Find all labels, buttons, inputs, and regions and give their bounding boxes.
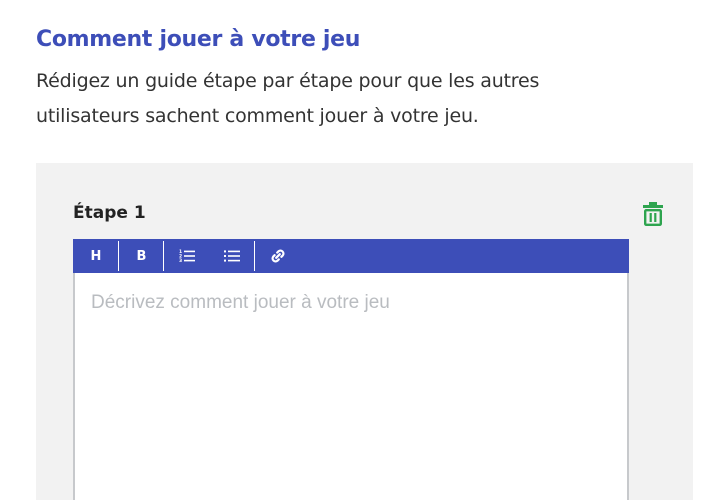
trash-icon <box>643 202 663 227</box>
heading-icon: H <box>90 248 102 264</box>
editor-toolbar: H B 1 2 3 <box>73 239 629 273</box>
link-icon <box>271 249 285 263</box>
page: Comment jouer à votre jeu Rédigez un gui… <box>0 0 720 500</box>
heading-button[interactable]: H <box>73 239 119 273</box>
step-panel: Étape 1 H B 1 2 3 Décrivez comment jouer… <box>36 163 693 500</box>
bullet-list-button[interactable] <box>209 239 255 273</box>
svg-text:3: 3 <box>179 258 182 263</box>
bold-button[interactable]: B <box>119 239 164 273</box>
section-title: Comment jouer à votre jeu <box>36 27 361 52</box>
bullet-list-icon <box>224 250 240 262</box>
ordered-list-icon: 1 2 3 <box>179 249 195 263</box>
bold-icon: B <box>136 248 147 264</box>
rich-text-editor: H B 1 2 3 Décrivez comment jouer à votre… <box>73 239 629 500</box>
delete-step-button[interactable] <box>640 199 666 229</box>
step-description-editor[interactable]: Décrivez comment jouer à votre jeu <box>73 273 629 500</box>
link-button[interactable] <box>255 239 301 273</box>
ordered-list-button[interactable]: 1 2 3 <box>164 239 209 273</box>
section-description: Rédigez un guide étape par étape pour qu… <box>36 70 540 127</box>
step-label: Étape 1 <box>73 203 146 223</box>
